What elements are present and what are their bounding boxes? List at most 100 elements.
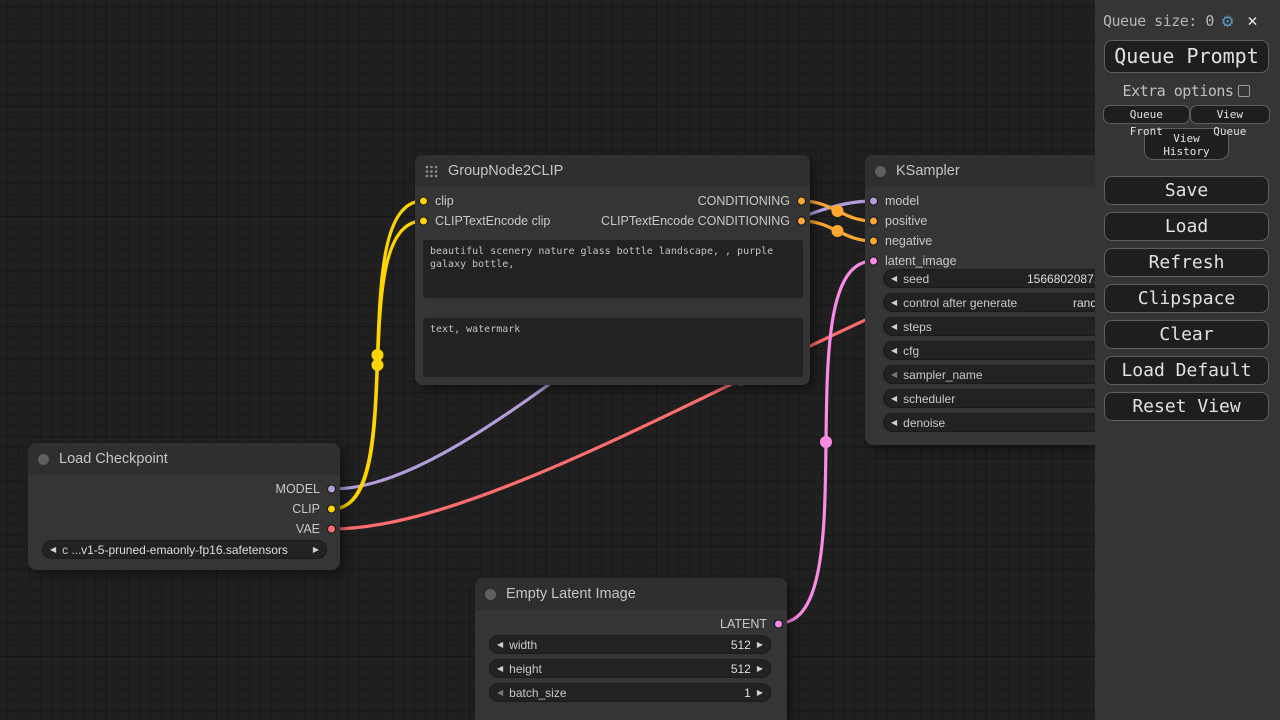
port-label: negative: [885, 234, 932, 248]
node-title: Load Checkpoint: [59, 451, 168, 467]
view-history-label: History: [1145, 145, 1228, 158]
group-grid-icon: [425, 165, 438, 178]
save-button[interactable]: Save: [1104, 176, 1269, 205]
widget-label: sampler_name: [903, 368, 982, 382]
node-load-checkpoint[interactable]: Load Checkpoint MODEL CLIP VAE ◀ c ... v…: [28, 443, 340, 570]
output-latent[interactable]: LATENT: [475, 614, 787, 634]
wire-clip-2: [332, 221, 423, 509]
decrement-icon[interactable]: ◀: [891, 323, 897, 331]
increment-icon[interactable]: ▶: [757, 641, 763, 649]
latent-port-icon[interactable]: [869, 257, 878, 266]
widget-value: 512: [731, 638, 751, 652]
output-conditioning[interactable]: CONDITIONING: [415, 191, 810, 211]
decrement-icon[interactable]: ◀: [891, 419, 897, 427]
port-label: CLIPTextEncode CONDITIONING: [601, 214, 790, 228]
wire-clip-1: [332, 201, 423, 509]
widget-label: scheduler: [903, 392, 955, 406]
widget-value: v1-5-pruned-emaonly-fp16.safetensors: [42, 543, 327, 557]
conditioning-port-icon[interactable]: [797, 217, 806, 226]
collapse-dot-icon[interactable]: [38, 454, 49, 465]
menu-sidebar: Queue size: 0 ⚙ ✕ Queue Prompt Extra opt…: [1095, 0, 1280, 720]
decrement-icon[interactable]: ◀: [891, 299, 897, 307]
node-groupnode2clip[interactable]: GroupNode2CLIP clip CLIPTextEncode clip …: [415, 155, 810, 385]
close-icon[interactable]: ✕: [1247, 13, 1257, 30]
decrement-icon[interactable]: ◀: [891, 395, 897, 403]
port-label: LATENT: [720, 617, 767, 631]
reset-view-button[interactable]: Reset View: [1104, 392, 1269, 421]
refresh-button[interactable]: Refresh: [1104, 248, 1269, 277]
load-default-button[interactable]: Load Default: [1104, 356, 1269, 385]
queue-prompt-button[interactable]: Queue Prompt: [1104, 40, 1269, 73]
port-label: CLIP: [292, 502, 320, 516]
node-graph-canvas[interactable]: GroupNode2CLIP clip CLIPTextEncode clip …: [0, 0, 1280, 720]
output-model[interactable]: MODEL: [28, 479, 340, 499]
conditioning-port-icon[interactable]: [797, 197, 806, 206]
node-title: Empty Latent Image: [506, 586, 636, 602]
widget-label: seed: [903, 272, 929, 286]
vae-port-icon[interactable]: [327, 525, 336, 534]
port-label: MODEL: [276, 482, 320, 496]
width-widget[interactable]: ◀ width 512 ▶: [489, 635, 771, 654]
wire-cond-negative-midpoint-dot: [832, 225, 844, 237]
wire-clip-2-midpoint-dot: [372, 359, 384, 371]
wire-cond-positive: [802, 201, 873, 221]
decrement-icon[interactable]: ◀: [891, 371, 897, 379]
clip-port-icon[interactable]: [327, 505, 336, 514]
load-button[interactable]: Load: [1104, 212, 1269, 241]
wire-latent-midpoint-dot: [820, 436, 832, 448]
queue-size-label: Queue size: 0: [1103, 12, 1214, 30]
decrement-icon[interactable]: ◀: [891, 275, 897, 283]
port-label: CONDITIONING: [698, 194, 790, 208]
output-clip[interactable]: CLIP: [28, 499, 340, 519]
queue-front-button[interactable]: Queue Front: [1103, 105, 1190, 124]
extra-options-checkbox[interactable]: [1238, 85, 1250, 97]
port-label: VAE: [296, 522, 320, 536]
wire-clip-1-midpoint-dot: [372, 349, 384, 361]
node-title: KSampler: [896, 163, 960, 179]
node-load-checkpoint-titlebar[interactable]: Load Checkpoint: [28, 443, 340, 475]
latent-port-icon[interactable]: [774, 620, 783, 629]
output-vae[interactable]: VAE: [28, 519, 340, 539]
height-widget[interactable]: ◀ height 512 ▶: [489, 659, 771, 678]
widget-value: 1: [744, 686, 751, 700]
widget-label: height: [509, 662, 542, 676]
decrement-icon[interactable]: ◀: [497, 665, 503, 673]
widget-value: 15668020871: [1027, 272, 1100, 286]
widget-label: steps: [903, 320, 932, 334]
collapse-dot-icon[interactable]: [485, 589, 496, 600]
widget-label: width: [509, 638, 537, 652]
wire-cond-negative: [802, 221, 873, 241]
increment-icon[interactable]: ▶: [757, 689, 763, 697]
port-label: positive: [885, 214, 927, 228]
decrement-icon[interactable]: ◀: [497, 689, 503, 697]
clipspace-button[interactable]: Clipspace: [1104, 284, 1269, 313]
widget-label: denoise: [903, 416, 945, 430]
positive-prompt-textarea[interactable]: beautiful scenery nature glass bottle la…: [423, 240, 803, 298]
model-port-icon[interactable]: [869, 197, 878, 206]
widget-value: 512: [731, 662, 751, 676]
node-title: GroupNode2CLIP: [448, 163, 563, 179]
wire-cond-positive-midpoint-dot: [832, 205, 844, 217]
widget-label: cfg: [903, 344, 919, 358]
view-queue-button[interactable]: View Queue: [1190, 105, 1270, 124]
ckpt-name-widget[interactable]: ◀ c ... v1-5-pruned-emaonly-fp16.safeten…: [42, 540, 327, 559]
extra-options-label: Extra options: [1123, 82, 1234, 100]
widget-label: control after generate: [903, 296, 1017, 310]
node-groupnode2clip-titlebar[interactable]: GroupNode2CLIP: [415, 155, 810, 187]
conditioning-port-icon[interactable]: [869, 217, 878, 226]
decrement-icon[interactable]: ◀: [497, 641, 503, 649]
clear-button[interactable]: Clear: [1104, 320, 1269, 349]
port-label: latent_image: [885, 254, 957, 268]
negative-prompt-textarea[interactable]: text, watermark: [423, 318, 803, 377]
settings-gear-icon[interactable]: ⚙: [1222, 12, 1233, 31]
batch-size-widget[interactable]: ◀ batch_size 1 ▶: [489, 683, 771, 702]
port-label: model: [885, 194, 919, 208]
decrement-icon[interactable]: ◀: [891, 347, 897, 355]
model-port-icon[interactable]: [327, 485, 336, 494]
node-empty-latent-image[interactable]: Empty Latent Image LATENT ◀ width 512 ▶ …: [475, 578, 787, 720]
increment-icon[interactable]: ▶: [757, 665, 763, 673]
output-cliptextencode-conditioning[interactable]: CLIPTextEncode CONDITIONING: [415, 211, 810, 231]
node-empty-latent-image-titlebar[interactable]: Empty Latent Image: [475, 578, 787, 610]
conditioning-port-icon[interactable]: [869, 237, 878, 246]
collapse-dot-icon[interactable]: [875, 166, 886, 177]
